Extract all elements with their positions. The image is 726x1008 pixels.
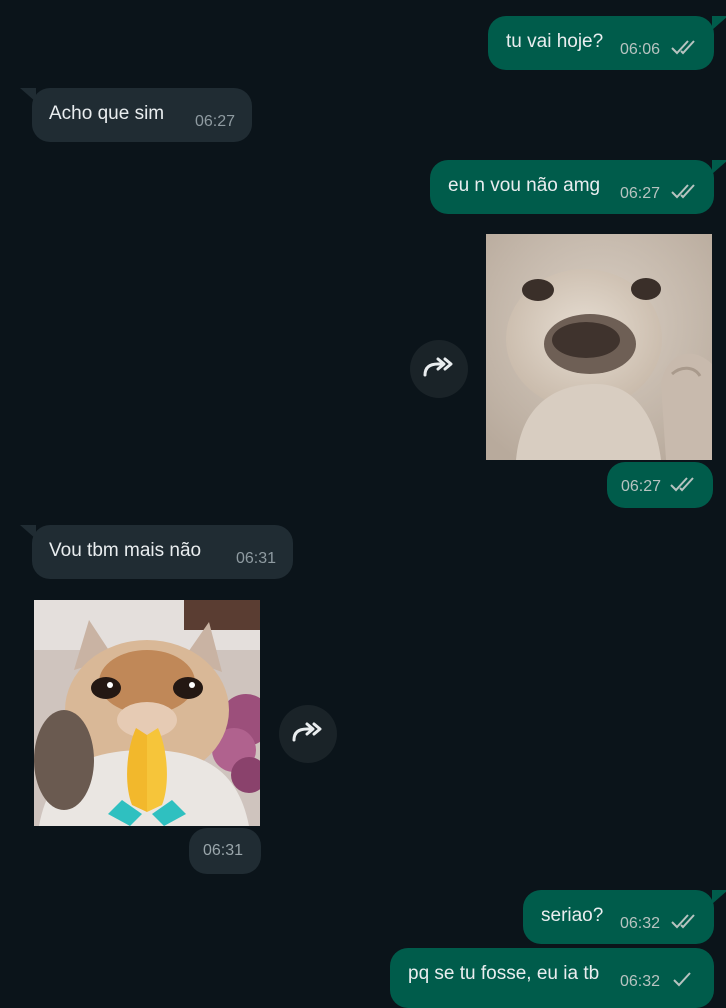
message-time: 06:06 bbox=[620, 41, 661, 58]
sticker-time-pill: 06:27 bbox=[607, 462, 713, 508]
message-bubble-outgoing[interactable]: seriao? 06:32 bbox=[523, 890, 714, 944]
forward-button[interactable] bbox=[279, 705, 337, 763]
message-time: 06:32 bbox=[620, 973, 661, 990]
dog-face-sticker[interactable] bbox=[486, 234, 712, 460]
forward-icon bbox=[422, 356, 456, 383]
cat-praying-hands-sticker[interactable] bbox=[34, 600, 260, 826]
double-check-read-icon bbox=[670, 38, 700, 56]
message-bubble-outgoing[interactable]: eu n vou não amg 06:27 bbox=[430, 160, 714, 214]
forward-icon bbox=[291, 721, 325, 748]
single-check-sent-icon bbox=[670, 970, 700, 988]
message-time: 06:32 bbox=[620, 915, 661, 932]
message-text: seriao? bbox=[541, 905, 604, 926]
message-bubble-incoming[interactable]: Acho que sim 06:27 bbox=[32, 88, 252, 142]
message-bubble-incoming[interactable]: Vou tbm mais não 06:31 bbox=[32, 525, 293, 579]
message-time: 06:27 bbox=[620, 185, 661, 202]
double-check-read-icon bbox=[670, 912, 700, 930]
message-time: 06:31 bbox=[236, 550, 277, 567]
bubble-tail bbox=[712, 16, 726, 30]
message-time: 06:27 bbox=[195, 113, 236, 130]
forward-button[interactable] bbox=[410, 340, 468, 398]
double-check-read-icon bbox=[669, 475, 699, 493]
double-check-read-icon bbox=[670, 182, 700, 200]
sticker-time-pill: 06:31 bbox=[189, 828, 261, 874]
bubble-tail bbox=[712, 890, 726, 904]
message-bubble-outgoing[interactable]: tu vai hoje? 06:06 bbox=[488, 16, 714, 70]
message-text: Vou tbm mais não bbox=[49, 540, 202, 561]
message-text: pq se tu fosse, eu ia tb bbox=[408, 963, 600, 984]
message-text: Acho que sim bbox=[49, 103, 165, 124]
chat-thread: tu vai hoje? 06:06 Acho que sim 06:27 eu… bbox=[0, 0, 726, 1008]
message-text: eu n vou não amg bbox=[448, 175, 601, 196]
message-bubble-outgoing[interactable]: pq se tu fosse, eu ia tb 06:32 bbox=[390, 948, 714, 1008]
message-time: 06:27 bbox=[621, 478, 662, 495]
message-text: tu vai hoje? bbox=[506, 31, 604, 52]
message-time: 06:31 bbox=[203, 842, 244, 859]
bubble-tail bbox=[712, 160, 726, 174]
